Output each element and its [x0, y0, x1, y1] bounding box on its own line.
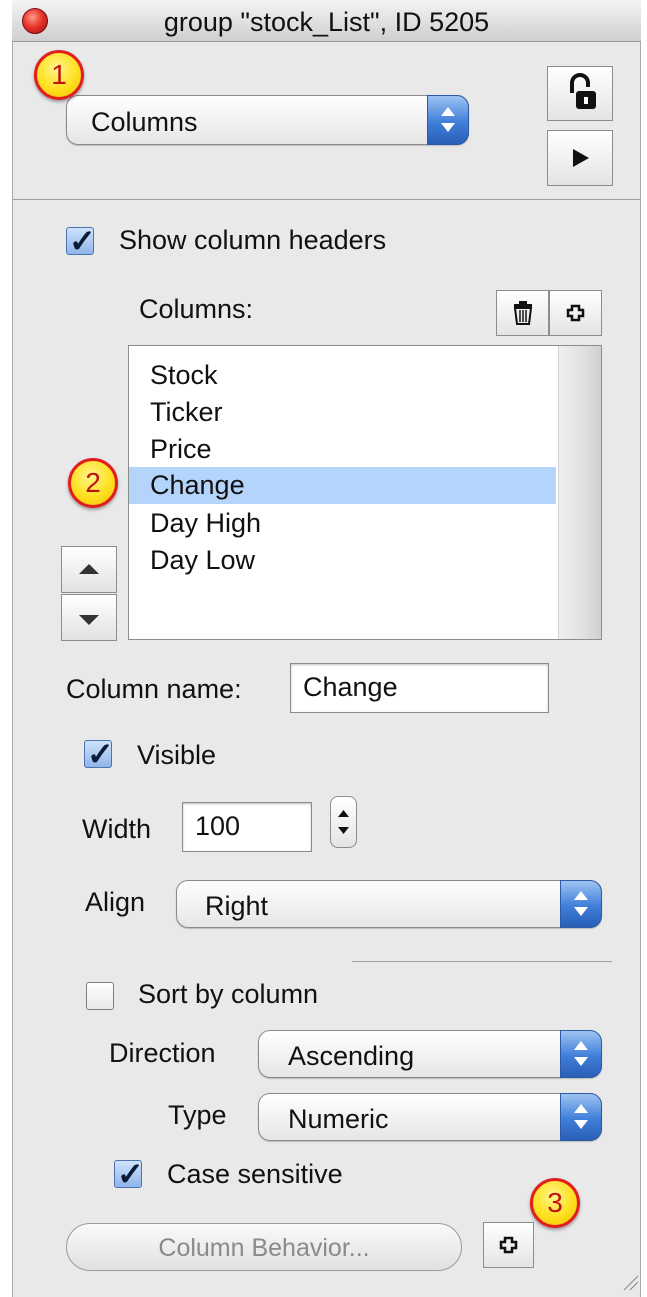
title-bar: group "stock_List", ID 5205 [12, 0, 641, 42]
popup-arrows-icon [560, 880, 602, 928]
plus-icon [566, 304, 585, 322]
trash-icon [513, 301, 533, 325]
triangle-up-icon [79, 564, 99, 574]
play-icon [573, 149, 589, 167]
list-item[interactable]: Price [129, 431, 556, 468]
columns-label: Columns: [139, 294, 254, 324]
sort-by-column-checkbox[interactable] [86, 982, 114, 1010]
type-label: Type [168, 1100, 227, 1130]
column-name-value: Change [303, 672, 398, 702]
case-sensitive-label: Case sensitive [167, 1159, 343, 1189]
plus-icon [499, 1236, 518, 1254]
align-popup-value: Right [205, 891, 269, 921]
checkmark-icon: ✓ [69, 223, 96, 259]
list-item[interactable]: Ticker [129, 394, 556, 431]
columns-list[interactable]: Stock Ticker Price Change Day High Day L… [128, 345, 602, 640]
checkmark-icon: ✓ [117, 1156, 144, 1192]
column-behavior-button[interactable]: Column Behavior... [66, 1223, 462, 1271]
triangle-down-icon [79, 615, 99, 625]
checkmark-icon: ✓ [87, 736, 114, 772]
move-down-button[interactable] [61, 594, 117, 641]
delete-column-button[interactable] [496, 290, 549, 336]
list-item[interactable]: Stock [129, 357, 556, 394]
sort-by-column-label: Sort by column [138, 979, 319, 1009]
list-scrollbar[interactable] [558, 346, 601, 639]
section-popup-value: Columns [91, 107, 198, 137]
stepper-arrows-icon [338, 810, 349, 834]
direction-label: Direction [109, 1038, 216, 1068]
annotation-badge-3: 3 [530, 1178, 580, 1228]
align-label: Align [85, 887, 146, 917]
list-item[interactable]: Day High [129, 505, 556, 542]
add-behavior-button[interactable] [483, 1222, 534, 1268]
play-button[interactable] [547, 130, 613, 186]
direction-popup[interactable]: Ascending [258, 1030, 602, 1078]
column-name-field[interactable]: Change [290, 663, 549, 713]
annotation-badge-1: 1 [34, 50, 84, 100]
visible-label: Visible [137, 740, 217, 770]
popup-arrows-icon [560, 1093, 602, 1141]
window-title: group "stock_List", ID 5205 [163, 7, 490, 37]
align-popup[interactable]: Right [176, 880, 602, 928]
width-stepper[interactable] [330, 796, 357, 848]
direction-popup-value: Ascending [288, 1041, 415, 1071]
section-divider [13, 199, 640, 200]
close-window-button[interactable] [22, 8, 48, 34]
type-popup[interactable]: Numeric [258, 1093, 602, 1141]
case-sensitive-checkbox[interactable]: ✓ [114, 1156, 144, 1192]
list-item-selected[interactable]: Change [129, 467, 556, 504]
divider [352, 961, 612, 962]
show-headers-label: Show column headers [119, 225, 387, 255]
show-headers-checkbox[interactable]: ✓ [66, 223, 96, 259]
popup-arrows-icon [427, 95, 469, 145]
type-popup-value: Numeric [288, 1104, 389, 1134]
popup-arrows-icon [560, 1030, 602, 1078]
list-item[interactable]: Day Low [129, 542, 556, 579]
add-column-button[interactable] [549, 290, 602, 336]
move-up-button[interactable] [61, 546, 117, 593]
column-name-label: Column name: [66, 674, 242, 704]
width-value: 100 [195, 811, 241, 841]
resize-grip-icon[interactable] [620, 1272, 640, 1292]
section-popup[interactable]: Columns [66, 95, 469, 145]
width-field[interactable]: 100 [182, 802, 312, 852]
visible-checkbox[interactable]: ✓ [84, 736, 114, 772]
annotation-badge-2: 2 [68, 458, 118, 508]
unlocked-padlock-icon [570, 73, 596, 109]
column-behavior-label: Column Behavior... [158, 1234, 370, 1262]
lock-button[interactable] [547, 66, 613, 121]
width-label: Width [82, 814, 152, 844]
